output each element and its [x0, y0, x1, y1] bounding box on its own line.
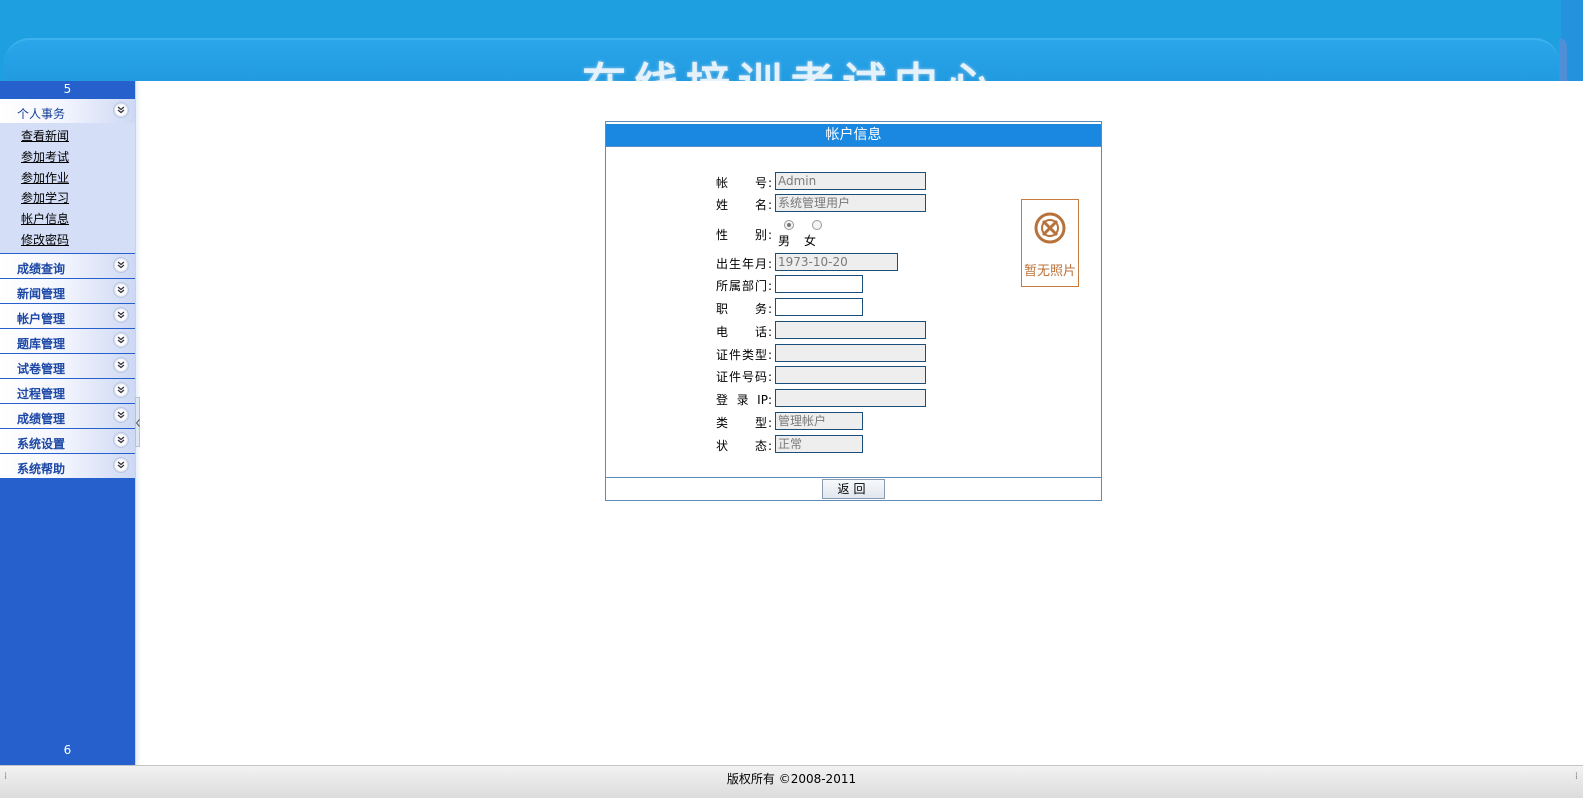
phone-field[interactable] [775, 321, 926, 339]
link-account-info[interactable]: 帐户信息 [0, 209, 135, 230]
menu-title: 系统设置 [17, 436, 66, 451]
menu-title: 题库管理 [17, 336, 66, 351]
chevron-down-icon[interactable] [113, 406, 129, 423]
status-label: 状 态: [716, 439, 772, 453]
gender-label: 性 别: [716, 228, 772, 242]
type-field[interactable]: 管理帐户 [775, 412, 863, 430]
link-change-password[interactable]: 修改密码 [0, 230, 135, 251]
link-view-news[interactable]: 查看新闻 [0, 126, 135, 147]
login-ip-label: 登 录 IP: [716, 393, 772, 407]
header-edge-corner [1559, 38, 1567, 81]
grip-icon: ⁞ [1574, 771, 1578, 782]
id-type-label: 证件类型: [716, 348, 772, 362]
chevron-down-icon[interactable] [113, 306, 129, 323]
chevron-down-icon[interactable] [113, 102, 129, 118]
menu-title: 过程管理 [17, 386, 66, 401]
type-label: 类 型: [716, 416, 772, 430]
panel-footer: 返回 [606, 477, 1101, 500]
birth-label: 出生年月: [716, 257, 772, 271]
menu-question-bank[interactable]: 题库管理 [0, 328, 135, 353]
id-number-label: 证件号码: [716, 370, 772, 384]
panel-title: 帐户信息 [606, 124, 1101, 146]
status-field[interactable]: 正常 [775, 435, 863, 453]
chevron-down-icon[interactable] [113, 456, 129, 473]
footer-bar: ⁞ 版权所有 ©2008-2011 ⁞ [0, 765, 1583, 798]
login-ip-field[interactable] [775, 389, 926, 407]
name-label: 姓 名: [716, 198, 772, 212]
name-field[interactable]: 系统管理用户 [775, 194, 926, 212]
no-photo-text: 暂无照片 [1023, 264, 1076, 279]
menu-account-manage[interactable]: 帐户管理 [0, 303, 135, 328]
menu-title: 成绩管理 [17, 411, 66, 426]
menu-title: 新闻管理 [17, 286, 66, 301]
chevron-down-icon[interactable] [113, 381, 129, 398]
menu-system-settings[interactable]: 系统设置 [0, 428, 135, 453]
gender-female-radio[interactable] [812, 220, 822, 230]
menu-process-manage[interactable]: 过程管理 [0, 378, 135, 403]
back-button[interactable]: 返回 [822, 479, 885, 499]
header-banner: 在线培训考试中心 [0, 0, 1583, 81]
account-info-panel: 帐户信息 帐 号: Admin 姓 名: 系统管理用户 性 别: 男 女 出生年… [605, 121, 1102, 501]
menu-title: 成绩查询 [17, 261, 66, 276]
chevron-left-icon [135, 419, 140, 427]
copyright-text: 版权所有 ©2008-2011 [726, 772, 857, 786]
phone-label: 电 话: [716, 325, 772, 339]
photo-placeholder: 暂无照片 [1021, 199, 1079, 287]
chevron-down-icon[interactable] [113, 256, 129, 273]
collapse-sidebar-handle[interactable] [135, 397, 140, 447]
chevron-down-icon[interactable] [113, 356, 129, 373]
sidebar-bottom-number: 6 [63, 743, 72, 757]
site-title: 在线培训考试中心 [582, 48, 998, 81]
menu-title: 帐户管理 [17, 311, 66, 326]
sidebar-top-number: 5 [63, 82, 72, 96]
submenu-personal-affairs: 查看新闻 参加考试 参加作业 参加学习 帐户信息 修改密码 [0, 123, 135, 253]
menu-score-query[interactable]: 成绩查询 [0, 253, 135, 278]
id-number-field[interactable] [775, 366, 926, 384]
id-type-field[interactable] [775, 344, 926, 362]
dept-label: 所属部门: [716, 279, 772, 293]
chevron-down-icon[interactable] [113, 331, 129, 348]
link-do-homework[interactable]: 参加作业 [0, 168, 135, 189]
position-label: 职 务: [716, 302, 772, 316]
account-field[interactable]: Admin [775, 172, 926, 190]
menu-score-manage[interactable]: 成绩管理 [0, 403, 135, 428]
birth-field[interactable]: 1973-10-20 [775, 253, 898, 271]
position-field[interactable] [775, 298, 863, 316]
chevron-down-icon[interactable] [113, 431, 129, 448]
gender-male-label: 男 [778, 234, 791, 248]
dept-field[interactable] [775, 275, 863, 293]
panel-title-divider [606, 146, 1101, 147]
menu-title: 试卷管理 [17, 361, 66, 376]
chevron-down-icon[interactable] [113, 281, 129, 298]
gender-female-label: 女 [804, 234, 817, 248]
gender-male-radio[interactable] [784, 220, 794, 230]
menu-paper-manage[interactable]: 试卷管理 [0, 353, 135, 378]
menu-title: 系统帮助 [17, 461, 66, 476]
menu-personal-affairs[interactable]: 个人事务 [0, 99, 135, 123]
menu-title: 个人事务 [17, 107, 66, 121]
menu-system-help[interactable]: 系统帮助 [0, 453, 135, 478]
sidebar: 5 个人事务 查看新闻 参加考试 参加作业 参加学习 帐户信息 修改密码 成绩查… [0, 81, 135, 765]
link-study[interactable]: 参加学习 [0, 188, 135, 209]
no-photo-icon [1034, 212, 1066, 244]
menu-news-manage[interactable]: 新闻管理 [0, 278, 135, 303]
link-take-exam[interactable]: 参加考试 [0, 147, 135, 168]
account-label: 帐 号: [716, 176, 772, 190]
